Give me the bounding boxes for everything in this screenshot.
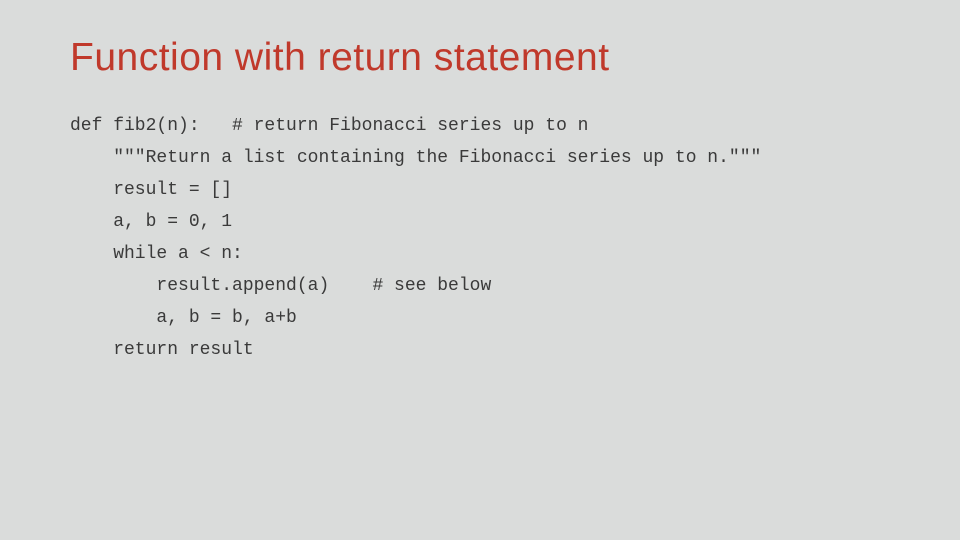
code-line: result.append(a) # see below	[70, 276, 491, 296]
code-line: result = []	[70, 180, 232, 200]
code-line: def fib2(n): # return Fibonacci series u…	[70, 116, 588, 136]
slide-title: Function with return statement	[70, 36, 890, 80]
code-line: """Return a list containing the Fibonacc…	[70, 148, 761, 168]
code-line: a, b = b, a+b	[70, 308, 297, 328]
code-line: while a < n:	[70, 244, 243, 264]
code-line: return result	[70, 340, 254, 360]
slide: Function with return statement def fib2(…	[0, 0, 960, 402]
code-block: def fib2(n): # return Fibonacci series u…	[70, 110, 890, 366]
code-line: a, b = 0, 1	[70, 212, 232, 232]
